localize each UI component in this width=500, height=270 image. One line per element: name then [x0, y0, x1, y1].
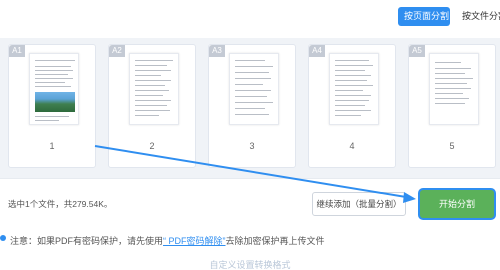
note-prefix: 注意：如果PDF有密码保护，请先使用 [10, 236, 164, 246]
custom-settings-link[interactable]: 自定义设置转换格式 [0, 258, 500, 270]
info-dot-icon [0, 235, 6, 241]
page-number: 4 [349, 141, 355, 151]
page-badge: A2 [109, 45, 125, 57]
page-thumbnail[interactable]: A5 5 [408, 44, 496, 168]
start-split-button[interactable]: 开始分割 [420, 190, 494, 218]
split-by-file-button[interactable]: 按文件分割 [456, 7, 500, 26]
page-preview [29, 53, 79, 125]
page-badge: A3 [209, 45, 225, 57]
page-number: 5 [449, 141, 455, 151]
mode-toolbar: 按页面分割 按文件分割 [0, 0, 500, 32]
add-more-batch-button[interactable]: 继续添加（批量分割） [312, 192, 406, 216]
split-by-page-button[interactable]: 按页面分割 [398, 7, 450, 26]
note-suffix: 去除加密保护再上传文件 [225, 236, 325, 246]
page-badge: A4 [309, 45, 325, 57]
page-preview [129, 53, 179, 125]
page-thumbnail[interactable]: A4 4 [308, 44, 396, 168]
page-thumbnail[interactable]: A3 3 [208, 44, 296, 168]
note-text: 注意：如果PDF有密码保护，请先使用“ PDF密码解除”去除加密保护再上传文件 [10, 234, 325, 247]
password-note: 注意：如果PDF有密码保护，请先使用“ PDF密码解除”去除加密保护再上传文件 [0, 232, 500, 250]
page-badge: A1 [9, 45, 25, 57]
pdf-unlock-link[interactable]: “ PDF密码解除” [163, 236, 226, 246]
action-bar: 选中1个文件，共279.54K。 继续添加（批量分割） 开始分割 [0, 178, 500, 226]
page-thumbnail[interactable]: A1 1 [8, 44, 96, 168]
page-number: 3 [249, 141, 255, 151]
page-number: 1 [49, 141, 55, 151]
page-badge: A5 [409, 45, 425, 57]
page-preview [429, 53, 479, 125]
page-preview [229, 53, 279, 125]
page-thumbnail[interactable]: A2 2 [108, 44, 196, 168]
page-preview [329, 53, 379, 125]
file-selection-status: 选中1个文件，共279.54K。 [8, 199, 113, 209]
page-thumbnails-area: A1 1 A2 2 A3 3 A4 4 A5 5 [0, 38, 500, 178]
preview-image [35, 92, 75, 112]
page-number: 2 [149, 141, 155, 151]
